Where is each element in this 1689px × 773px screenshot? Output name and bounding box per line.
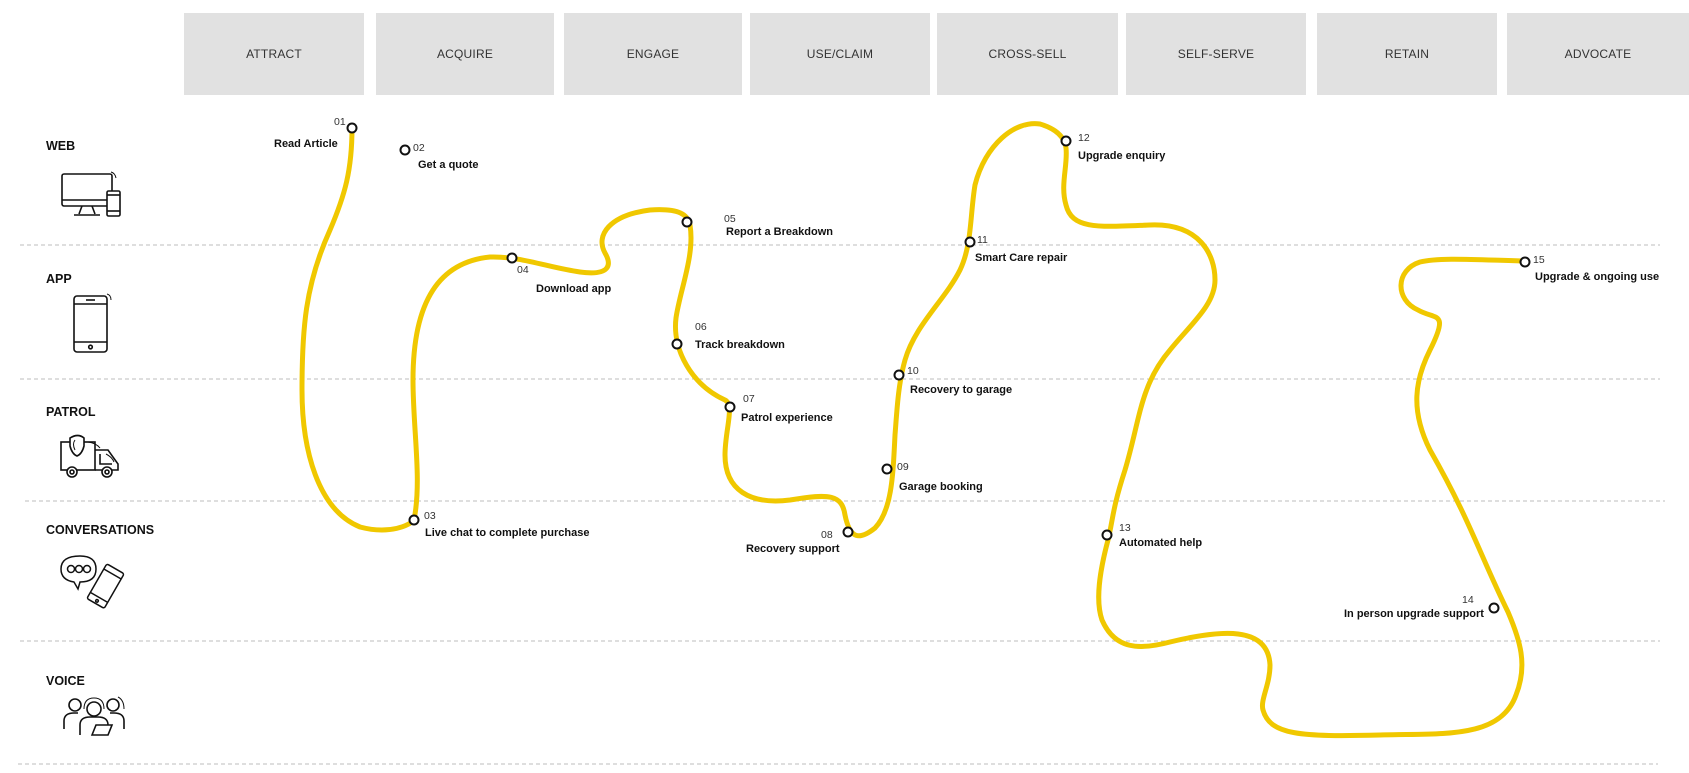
step-marker-15	[1519, 256, 1531, 268]
step-marker-07	[724, 401, 736, 413]
step-number: 04	[517, 264, 529, 276]
step-label: Get a quote	[418, 159, 479, 171]
step-number: 07	[743, 393, 755, 405]
step-number: 02	[413, 142, 425, 154]
step-label: Garage booking	[899, 481, 983, 493]
step-label: Upgrade & ongoing use	[1535, 271, 1660, 283]
step-number: 08	[821, 529, 833, 541]
step-number: 12	[1078, 132, 1090, 144]
step-label: Recovery support	[746, 543, 840, 555]
step-label: Recovery to garage	[910, 384, 1013, 396]
step-marker-10	[893, 369, 905, 381]
step-marker-04	[506, 252, 518, 264]
step-number: 01	[334, 116, 346, 128]
step-number: 06	[695, 321, 707, 333]
step-marker-12	[1060, 135, 1072, 147]
step-marker-06	[671, 338, 683, 350]
step-marker-03	[408, 514, 420, 526]
step-label: In person upgrade support	[1344, 608, 1484, 620]
step-label: Report a Breakdown	[726, 226, 833, 238]
step-marker-13	[1101, 529, 1113, 541]
step-number: 13	[1119, 522, 1131, 534]
step-marker-14	[1488, 602, 1500, 614]
step-label: Download app	[536, 283, 612, 295]
step-label: Live chat to complete purchase	[425, 527, 590, 539]
step-label: Read Article	[274, 138, 338, 150]
step-number: 10	[907, 365, 919, 377]
step-number: 05	[724, 213, 736, 225]
step-label: Track breakdown	[695, 339, 785, 351]
step-marker-02	[399, 144, 411, 156]
step-number: 14	[1462, 594, 1474, 606]
step-marker-09	[881, 463, 893, 475]
step-label: Automated help	[1119, 537, 1203, 549]
journey-path-diagram	[18, 121, 1665, 765]
step-marker-11	[964, 236, 976, 248]
step-label: Upgrade enquiry	[1078, 150, 1166, 162]
step-number: 09	[897, 461, 909, 473]
journey-path-line	[299, 121, 1530, 739]
step-label: Smart Care repair	[975, 252, 1068, 264]
step-label: Patrol experience	[741, 412, 833, 424]
step-marker-01	[346, 122, 358, 134]
step-marker-05	[681, 216, 693, 228]
step-number: 11	[977, 234, 988, 246]
step-marker-08	[842, 526, 854, 538]
step-number: 15	[1533, 254, 1545, 266]
step-number: 03	[424, 510, 436, 522]
